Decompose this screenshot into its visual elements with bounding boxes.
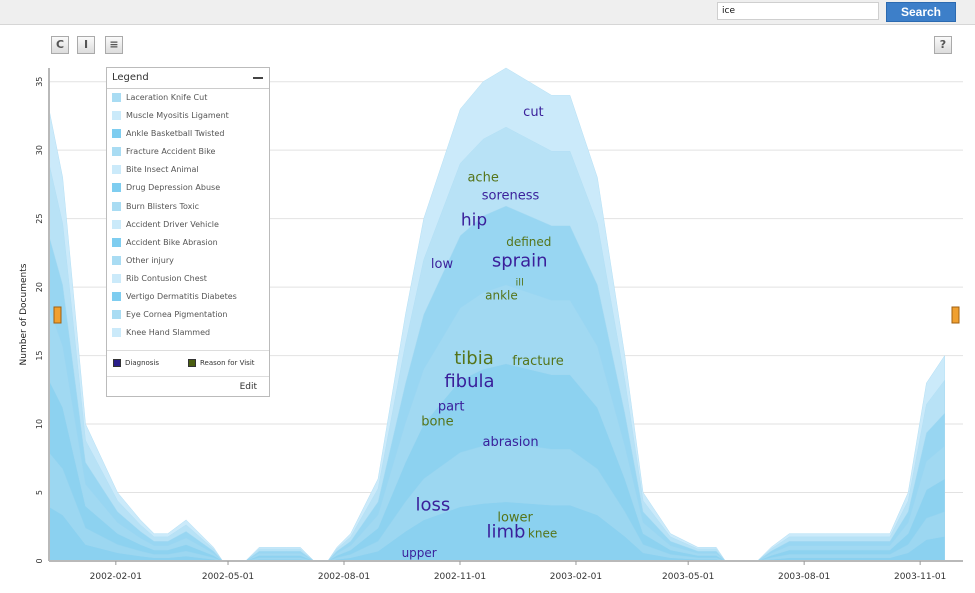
legend-item-label: Laceration Knife Cut: [126, 93, 208, 102]
x-tick-label: 2003-05-01: [662, 572, 714, 582]
legend-item[interactable]: Accident Driver Vehicle: [107, 216, 269, 234]
legend-swatch: [112, 147, 121, 157]
term-label[interactable]: part: [438, 399, 465, 414]
term-label[interactable]: tibia: [454, 348, 494, 369]
legend-header: Legend: [107, 68, 269, 89]
term-label[interactable]: limb: [487, 522, 526, 543]
legend-swatch: [112, 201, 121, 211]
legend-swatch: [112, 183, 121, 193]
term-label[interactable]: ill: [516, 278, 524, 289]
range-handle[interactable]: [951, 306, 960, 324]
term-label[interactable]: knee: [528, 527, 557, 541]
legend-item[interactable]: Rib Contusion Chest: [107, 270, 269, 288]
legend-swatch: [112, 292, 121, 302]
legend-swatch: [112, 310, 121, 320]
legend-divider: [107, 350, 269, 351]
legend-swatch: [112, 129, 121, 139]
x-tick-label: 2003-08-01: [778, 572, 830, 582]
x-tick-label: 2003-02-01: [550, 572, 602, 582]
y-tick-label: 5: [35, 490, 44, 495]
legend-item[interactable]: Ankle Basketball Twisted: [107, 125, 269, 143]
x-tick-label: 2002-08-01: [318, 572, 370, 582]
legend-item-label: Accident Bike Abrasion: [126, 237, 218, 247]
legend-swatch: [112, 111, 121, 121]
legend-item[interactable]: Accident Bike Abrasion: [107, 234, 269, 252]
legend-item[interactable]: Muscle Myositis Ligament: [107, 107, 269, 125]
x-tick-label: 2002-11-01: [434, 572, 486, 582]
term-label[interactable]: fracture: [512, 354, 563, 369]
reason-key-label: Reason for Visit: [200, 359, 255, 367]
y-tick-label: 0: [35, 558, 44, 563]
y-axis-label: Number of Documents: [19, 263, 29, 365]
legend-item-label: Muscle Myositis Ligament: [126, 111, 229, 121]
term-label[interactable]: low: [431, 257, 454, 272]
legend-swatch: [112, 255, 121, 265]
range-handle[interactable]: [53, 306, 62, 324]
edit-link[interactable]: Edit: [240, 382, 257, 392]
legend-items: Laceration Knife Cut Muscle Myositis Liga…: [107, 89, 269, 342]
reason-swatch: [188, 359, 196, 367]
legend-swatch: [112, 165, 121, 175]
legend-swatch: [112, 273, 121, 283]
term-label[interactable]: upper: [402, 546, 437, 560]
y-tick-label: 25: [35, 214, 44, 224]
y-tick-label: 30: [35, 145, 44, 155]
term-label[interactable]: loss: [415, 494, 450, 515]
legend-item-label: Drug Depression Abuse: [126, 183, 221, 193]
legend-item-label: Ankle Basketball Twisted: [126, 129, 225, 139]
legend-item-label: Knee Hand Slammed: [126, 328, 211, 338]
legend-swatch: [112, 328, 121, 338]
collapse-icon[interactable]: [253, 77, 263, 79]
legend-item[interactable]: Bite Insect Animal: [107, 161, 269, 179]
legend-item[interactable]: Burn Blisters Toxic: [107, 198, 269, 216]
legend-item[interactable]: Eye Cornea Pigmentation: [107, 306, 269, 324]
diagnosis-swatch: [113, 359, 121, 367]
legend-title: Legend: [112, 72, 149, 83]
legend-swatch: [112, 237, 121, 247]
term-label[interactable]: ache: [467, 171, 498, 186]
term-label[interactable]: defined: [506, 235, 551, 249]
term-label[interactable]: cut: [523, 105, 543, 120]
legend-swatch: [112, 219, 121, 229]
term-label[interactable]: bone: [421, 414, 453, 429]
x-tick-label: 2003-11-01: [894, 572, 946, 582]
diagnosis-key-label: Diagnosis: [125, 359, 160, 367]
legend-item[interactable]: Fracture Accident Bike: [107, 143, 269, 161]
legend-panel: Legend Laceration Knife Cut Muscle Myosit…: [106, 67, 270, 397]
y-tick-label: 15: [35, 350, 44, 360]
legend-item[interactable]: Drug Depression Abuse: [107, 179, 269, 197]
legend-item[interactable]: Laceration Knife Cut: [107, 89, 269, 107]
y-tick-label: 35: [35, 77, 44, 87]
term-label[interactable]: hip: [461, 210, 487, 230]
legend-item-label: Eye Cornea Pigmentation: [126, 310, 228, 320]
x-tick-label: 2002-02-01: [90, 572, 142, 582]
legend-divider: [107, 376, 269, 377]
term-label[interactable]: sprain: [492, 251, 548, 272]
term-label[interactable]: abrasion: [483, 435, 539, 450]
term-label[interactable]: soreness: [482, 188, 540, 203]
legend-item-label: Rib Contusion Chest: [126, 273, 207, 283]
legend-item-label: Fracture Accident Bike: [126, 147, 216, 157]
x-tick-label: 2002-05-01: [202, 572, 254, 582]
legend-item-label: Other injury: [126, 255, 174, 265]
term-label[interactable]: ankle: [485, 288, 518, 302]
legend-item-label: Burn Blisters Toxic: [126, 201, 200, 211]
legend-item[interactable]: Knee Hand Slammed: [107, 324, 269, 342]
legend-swatch: [112, 93, 121, 102]
legend-item-label: Vertigo Dermatitis Diabetes: [126, 292, 237, 302]
y-tick-label: 10: [35, 419, 44, 429]
y-tick-label: 20: [35, 282, 44, 292]
legend-item-label: Bite Insect Animal: [126, 165, 199, 175]
legend-item[interactable]: Vertigo Dermatitis Diabetes: [107, 288, 269, 306]
legend-item[interactable]: Other injury: [107, 252, 269, 270]
legend-item-label: Accident Driver Vehicle: [126, 219, 219, 229]
term-label[interactable]: fibula: [444, 371, 494, 392]
